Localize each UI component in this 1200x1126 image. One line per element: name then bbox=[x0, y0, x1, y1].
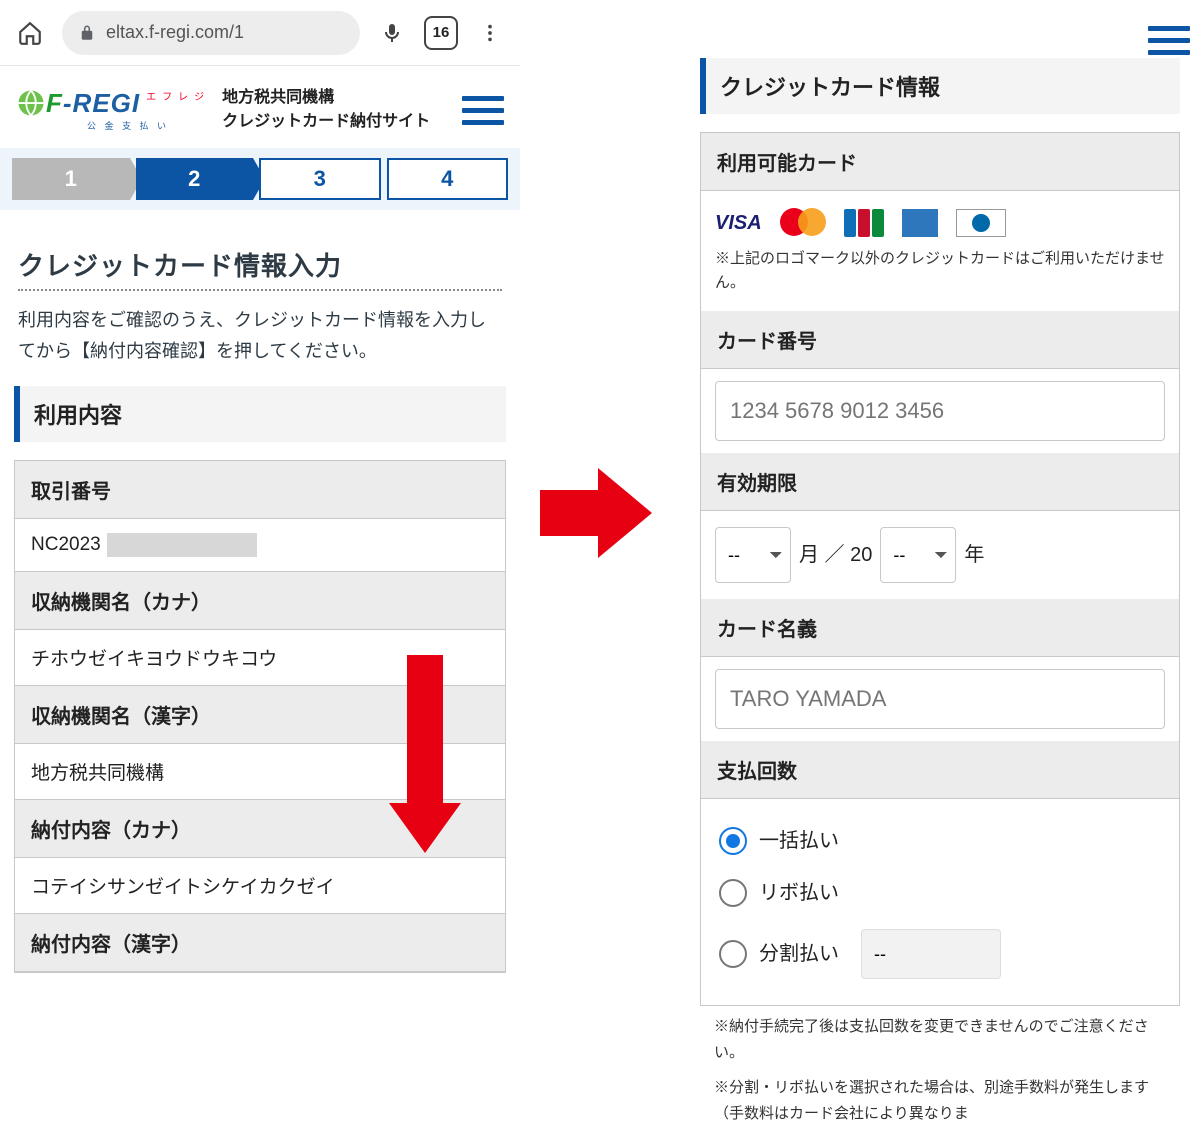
pay-once-label: 一括払い bbox=[759, 825, 839, 857]
pay-revo-radio[interactable]: リボ払い bbox=[715, 867, 1165, 919]
pay-revo-label: リボ払い bbox=[759, 877, 839, 909]
mic-icon[interactable] bbox=[378, 19, 406, 47]
pay-times-header: 支払回数 bbox=[701, 741, 1179, 799]
card-number-header: カード番号 bbox=[701, 311, 1179, 369]
tab-count[interactable]: 16 bbox=[424, 16, 458, 50]
masked-segment bbox=[107, 533, 257, 557]
cc-section-header: クレジットカード情報 bbox=[700, 58, 1180, 114]
step-2: 2 bbox=[136, 158, 254, 200]
logo-tagline: エフレジ bbox=[146, 88, 210, 103]
expiry-month-suffix: 月 ／ 20 bbox=[799, 539, 872, 571]
pay-note-1: 納付手続完了後は支払回数を変更できませんのでご注意ください。 bbox=[714, 1014, 1166, 1065]
amex-logo bbox=[902, 209, 938, 237]
next-screen-arrow-annotation bbox=[540, 468, 660, 558]
lock-icon bbox=[78, 24, 96, 42]
logo-subtitle: 公 金 支 払 い bbox=[46, 119, 210, 132]
browser-bar: eltax.f-regi.com/1 16 bbox=[0, 0, 520, 66]
visa-logo: VISA bbox=[715, 207, 762, 239]
menu-icon[interactable] bbox=[1148, 26, 1190, 55]
available-cards-body: VISA 上記のロゴマーク以外のクレジットカードはご利用いただけません。 bbox=[701, 191, 1179, 311]
step-indicator: 1 2 3 4 bbox=[0, 148, 520, 210]
page-lead: 利用内容をご確認のうえ、クレジットカード情報を入力してから【納付内容確認】を押し… bbox=[18, 305, 502, 366]
site-title: 地方税共同機構 クレジットカード納付サイト bbox=[222, 86, 430, 134]
available-cards-note: 上記のロゴマーク以外のクレジットカードはご利用いただけません。 bbox=[715, 247, 1165, 295]
jcb-logo bbox=[844, 209, 884, 237]
diners-logo bbox=[956, 209, 1006, 237]
expiry-year-suffix: 年 bbox=[964, 539, 984, 571]
expiry-year-select[interactable]: -- bbox=[880, 527, 956, 583]
page-title: クレジットカード情報入力 bbox=[18, 246, 502, 291]
menu-icon[interactable] bbox=[462, 96, 504, 125]
txn-no-value: NC2023 bbox=[15, 519, 505, 572]
site-header: F-REGI エフレジ 公 金 支 払 い 地方税共同機構 クレジットカード納付… bbox=[0, 66, 520, 148]
globe-icon bbox=[16, 88, 46, 118]
mastercard-logo bbox=[780, 208, 826, 238]
step-1: 1 bbox=[12, 158, 130, 200]
content-kana-value: コテイシサンゼイトシケイカクゼイ bbox=[15, 858, 505, 914]
expiry-month-select[interactable]: -- bbox=[715, 527, 791, 583]
card-number-input[interactable] bbox=[715, 381, 1165, 441]
pay-note-2: 分割・リボ払いを選択された場合は、別途手数料が発生します（手数料はカード会社によ… bbox=[714, 1075, 1166, 1126]
split-count-select[interactable]: -- bbox=[861, 929, 1001, 979]
pay-split-label: 分割払い bbox=[759, 938, 839, 970]
scroll-down-arrow-annotation bbox=[398, 655, 452, 865]
card-name-input[interactable] bbox=[715, 669, 1165, 729]
url-text: eltax.f-regi.com/1 bbox=[106, 22, 244, 43]
cc-form: 利用可能カード VISA 上記のロゴマーク以外のクレジットカードはご利用いただけ… bbox=[700, 132, 1180, 1006]
f-regi-logo: F-REGI エフレジ 公 金 支 払 い bbox=[16, 88, 210, 132]
pay-once-radio[interactable]: 一括払い bbox=[715, 815, 1165, 867]
card-name-header: カード名義 bbox=[701, 599, 1179, 657]
org-kana-label: 収納機関名（カナ） bbox=[15, 572, 505, 630]
txn-no-label: 取引番号 bbox=[15, 461, 505, 519]
expiry-header: 有効期限 bbox=[701, 453, 1179, 511]
step-3: 3 bbox=[259, 158, 381, 200]
usage-section-header: 利用内容 bbox=[14, 386, 506, 442]
step-4: 4 bbox=[387, 158, 509, 200]
url-bar[interactable]: eltax.f-regi.com/1 bbox=[62, 11, 360, 55]
available-cards-header: 利用可能カード bbox=[701, 133, 1179, 191]
content-kanji-label: 納付内容（漢字） bbox=[15, 914, 505, 972]
pay-split-radio[interactable]: 分割払い -- bbox=[715, 919, 1165, 989]
home-icon[interactable] bbox=[16, 19, 44, 47]
kebab-icon[interactable] bbox=[476, 19, 504, 47]
